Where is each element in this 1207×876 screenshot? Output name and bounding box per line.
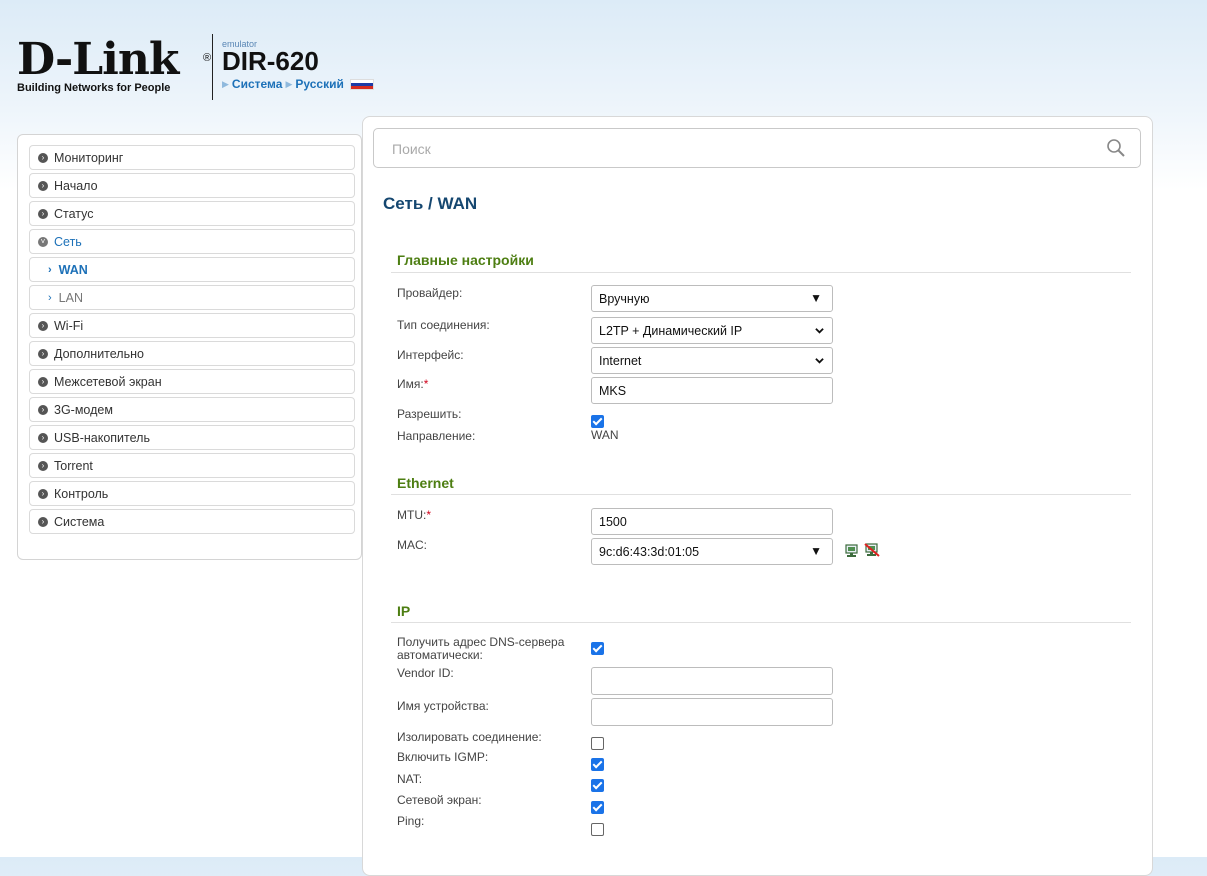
enable-label: Разрешить: [397,407,462,421]
header: D-Link ® Building Networks for People em… [0,0,1207,110]
main-panel: Сеть / WAN Главные настройки Провайдер: … [362,116,1153,876]
ping-label: Ping: [397,814,425,828]
chevron-right-icon: › [48,263,52,276]
expand-icon: › [38,320,48,331]
provider-select[interactable]: Вручную ▼ [591,285,833,312]
required-marker: * [423,377,429,391]
required-marker: * [426,508,431,522]
search-box [373,128,1141,169]
model-block: emulator DIR-620 ▶ Система ▶ Русский [222,39,374,91]
sidebar: › Мониторинг › Начало › Статус ˅ Сеть › … [17,134,362,560]
interface-select[interactable]: Internet [591,347,833,374]
mtu-label: MTU:* [397,508,431,522]
registered-mark: ® [203,52,211,64]
name-label: Имя:* [397,377,429,391]
expand-icon: › [38,460,48,471]
triangle-down-icon: ▼ [810,291,822,305]
expand-icon: › [38,376,48,387]
dlink-logo[interactable]: D-Link ® Building Networks for People [17,34,211,95]
expand-icon: › [38,516,48,527]
dns-auto-label: Получить адрес DNS-сервера автоматически… [397,635,565,662]
vendor-id-input[interactable] [591,667,833,695]
provider-label: Провайдер: [397,286,463,300]
nat-label: NAT: [397,772,423,786]
section-divider [391,494,1131,495]
firewall-checkbox[interactable] [591,801,604,814]
sidebar-item-start[interactable]: › Начало [29,173,355,198]
crumb-system-link[interactable]: Система [232,77,283,91]
section-divider [391,622,1131,623]
sidebar-item-monitoring[interactable]: › Мониторинг [29,145,355,170]
russia-flag-icon[interactable] [349,78,374,90]
name-input[interactable]: MKS [591,377,833,404]
section-title-ip: IP [397,603,411,619]
chevron-right-icon: › [48,291,52,304]
chevron-down-icon [815,328,824,334]
sidebar-item-lan[interactable]: › LAN [29,285,355,310]
dns-auto-checkbox[interactable] [591,642,604,655]
sidebar-item-usb-storage[interactable]: › USB-накопитель [29,425,355,450]
connection-type-select[interactable]: L2TP + Динамический IP [591,317,833,344]
computer-crossed-icon[interactable] [864,543,880,557]
search-input[interactable] [374,129,1094,169]
vendor-id-label: Vendor ID: [397,666,454,680]
expand-icon: › [38,432,48,443]
collapse-icon: ˅ [38,236,48,247]
triangle-right-icon: ▶ [285,78,293,89]
logo-text: D-Link ® [17,34,211,85]
igmp-label: Включить IGMP: [397,750,489,764]
sidebar-item-wan[interactable]: › WAN [29,257,355,282]
direction-value: WAN [591,428,619,442]
mac-label: MAC: [397,538,427,552]
sidebar-item-system[interactable]: › Система [29,509,355,534]
triangle-right-icon: ▶ [222,78,229,89]
section-title-ethernet: Ethernet [397,475,454,491]
sidebar-item-3g-modem[interactable]: › 3G-модем [29,397,355,422]
sidebar-item-network[interactable]: ˅ Сеть [29,229,355,254]
computer-icon[interactable] [844,544,860,558]
isolate-checkbox[interactable] [591,737,604,750]
expand-icon: › [38,404,48,415]
sidebar-item-status[interactable]: › Статус [29,201,355,226]
mtu-input[interactable]: 1500 [591,508,833,535]
igmp-checkbox[interactable] [591,758,604,771]
expand-icon: › [38,208,48,219]
section-title-main: Главные настройки [397,252,534,268]
nat-checkbox[interactable] [591,779,604,792]
direction-label: Направление: [397,429,476,443]
enable-checkbox[interactable] [591,415,604,428]
triangle-down-icon: ▼ [810,544,822,558]
expand-icon: › [38,488,48,499]
expand-icon: › [38,348,48,359]
model-name: DIR-620 [222,46,319,76]
mac-select[interactable]: 9c:d6:43:3d:01:05 ▼ [591,538,833,565]
breadcrumb: ▶ Система ▶ Русский [222,77,374,91]
expand-icon: › [38,152,48,163]
device-name-label: Имя устройства: [397,699,489,713]
interface-label: Интерфейс: [397,348,464,362]
sidebar-item-wifi[interactable]: › Wi-Fi [29,313,355,338]
search-icon[interactable] [1106,138,1126,158]
page-title: Сеть / WAN [383,194,478,213]
device-name-input[interactable] [591,698,833,726]
sidebar-item-firewall[interactable]: › Межсетевой экран [29,369,355,394]
sidebar-item-torrent[interactable]: › Torrent [29,453,355,478]
connection-type-label: Тип соединения: [397,318,490,332]
sidebar-item-control[interactable]: › Контроль [29,481,355,506]
header-divider [212,34,213,100]
expand-icon: › [38,180,48,191]
crumb-language-link[interactable]: Русский [295,77,344,91]
chevron-down-icon [815,358,824,364]
isolate-label: Изолировать соединение: [397,730,542,744]
section-divider [391,272,1131,273]
ping-checkbox[interactable] [591,823,604,836]
firewall-label: Сетевой экран: [397,793,482,807]
sidebar-item-advanced[interactable]: › Дополнительно [29,341,355,366]
